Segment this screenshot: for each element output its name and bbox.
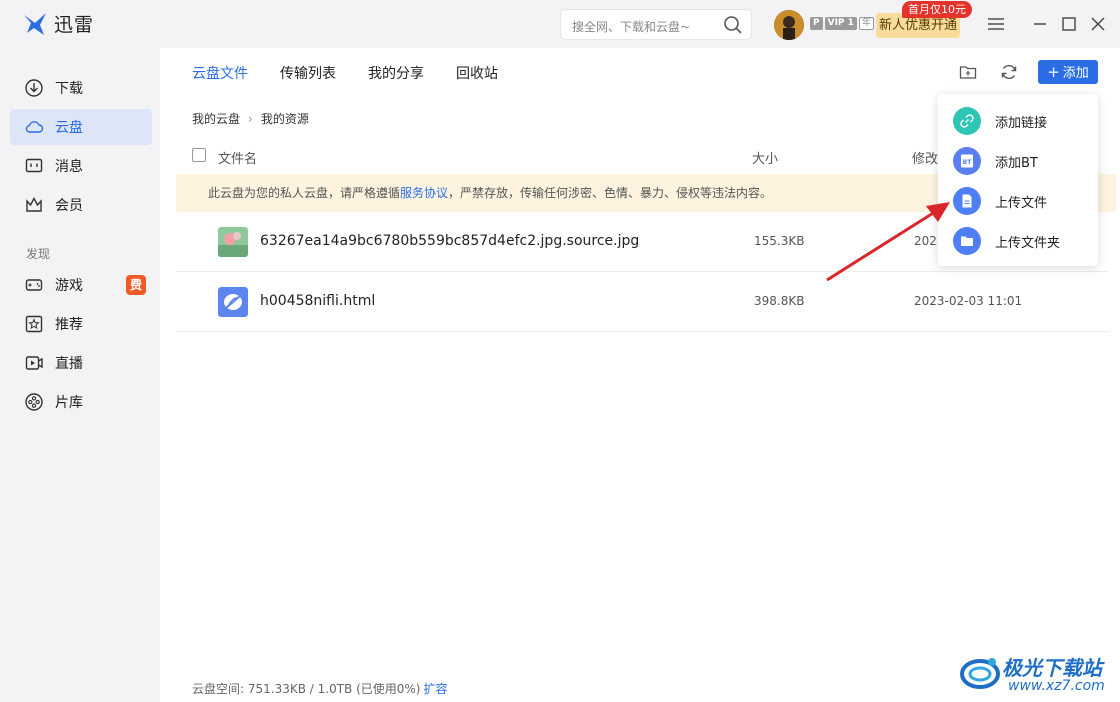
sidebar-item-recommend[interactable]: 推荐 [10, 306, 152, 342]
sidebar-item-label: 会员 [55, 198, 83, 214]
sidebar-item-download[interactable]: 下载 [10, 70, 152, 106]
menu-item-label: 添加链接 [995, 115, 1048, 131]
vip-year-badge: 年 [858, 17, 874, 30]
sidebar-item-label: 云盘 [55, 120, 83, 136]
menu-item-label: 上传文件夹 [995, 235, 1061, 251]
search-icon[interactable] [723, 15, 743, 35]
download-icon [25, 79, 43, 97]
menu-item-add-bt[interactable]: BT 添加BT [938, 141, 1098, 181]
column-header-size[interactable]: 大小 [752, 148, 778, 167]
storage-footer: 云盘空间: 751.33KB / 1.0TB (已使用0%) 扩容 [192, 680, 448, 697]
sidebar-item-message[interactable]: 消息 [10, 148, 152, 184]
avatar[interactable] [774, 10, 804, 40]
menu-item-upload-file[interactable]: 上传文件 [938, 181, 1098, 221]
sidebar-item-games[interactable]: 游戏 费 [10, 267, 152, 303]
tab-cloud-files[interactable]: 云盘文件 [192, 63, 248, 83]
plus-icon: + [1047, 63, 1060, 81]
sidebar-item-label: 游戏 [55, 278, 83, 294]
message-icon [25, 158, 43, 173]
bt-icon: BT [953, 147, 981, 175]
refresh-icon[interactable] [999, 62, 1019, 82]
chevron-right-icon: › [248, 111, 253, 126]
watermark: 极光下载站 www.xz7.com [958, 648, 1118, 700]
watermark-logo-icon [960, 658, 1000, 689]
breadcrumb-root[interactable]: 我的云盘 [192, 110, 240, 127]
expand-storage-link[interactable]: 扩容 [423, 682, 447, 696]
search-input[interactable]: 搜全网、下载和云盘~ [572, 18, 690, 35]
menu-icon[interactable] [986, 14, 1006, 34]
vip-level-badge: VIP 1 [824, 17, 857, 30]
sidebar-item-label: 消息 [55, 159, 83, 175]
close-icon[interactable] [1088, 14, 1108, 34]
menu-item-add-link[interactable]: 添加链接 [938, 101, 1098, 141]
column-header-modified[interactable]: 修改 [912, 148, 938, 167]
breadcrumb-current: 我的资源 [260, 112, 309, 126]
storage-space-text: 云盘空间: 751.33KB / 1.0TB (已使用0%) [192, 682, 421, 696]
title-bar: 迅雷 搜全网、下载和云盘~ P VIP 1 年 新人优惠开通 首月仅10元 [0, 0, 1120, 48]
crown-icon [26, 197, 42, 212]
discover-section-label: 发现 [26, 247, 51, 261]
select-all-checkbox[interactable] [192, 148, 206, 162]
file-name[interactable]: h00458nifli.html [260, 293, 375, 309]
tab-transfer-list[interactable]: 传输列表 [280, 63, 336, 83]
svg-text:BT: BT [963, 159, 973, 166]
sidebar-item-label: 推荐 [55, 317, 83, 333]
sidebar-item-label: 直播 [55, 356, 83, 372]
annotation-arrow-icon [826, 202, 950, 282]
live-icon [25, 356, 43, 370]
gamepad-icon [25, 279, 43, 291]
menu-item-upload-folder[interactable]: 上传文件夹 [938, 221, 1098, 261]
film-reel-icon [25, 393, 43, 411]
file-size: 398.8KB [754, 294, 805, 308]
add-dropdown-menu: 添加链接 BT 添加BT 上传文件 上传文件夹 [938, 94, 1098, 266]
add-button-label: 添加 [1062, 66, 1089, 81]
promo-tag: 首月仅10元 [902, 1, 972, 18]
file-date: 2023-02-03 11:01 [914, 294, 1023, 308]
notice-text-suffix: ，严禁存放，传输任何涉密、色情、暴力、侵权等违法内容。 [448, 186, 773, 200]
cloud-icon [25, 121, 44, 133]
menu-item-label: 添加BT [995, 155, 1038, 171]
vip-badges: P VIP 1 年 [810, 17, 874, 30]
app-title: 迅雷 [54, 14, 95, 36]
app-logo: 迅雷 [22, 10, 94, 37]
sidebar-item-library[interactable]: 片库 [10, 384, 152, 420]
new-folder-icon[interactable] [958, 62, 978, 82]
vip-p-badge: P [810, 17, 823, 30]
table-row[interactable]: h00458nifli.html 398.8KB 2023-02-03 11:0… [176, 272, 1108, 332]
search-box[interactable]: 搜全网、下载和云盘~ [560, 9, 752, 40]
sidebar-item-cloud[interactable]: 云盘 [10, 109, 152, 145]
sidebar-item-member[interactable]: 会员 [10, 187, 152, 223]
sidebar-item-live[interactable]: 直播 [10, 345, 152, 381]
watermark-text: 极光下载站 [1002, 656, 1102, 680]
breadcrumb: 我的云盘 › 我的资源 [192, 110, 309, 127]
link-icon [953, 107, 981, 135]
sidebar-item-label: 片库 [55, 395, 83, 411]
watermark-url: www.xz7.com [1008, 678, 1105, 694]
file-name[interactable]: 63267ea14a9bc6780b559bc857d4efc2.jpg.sou… [260, 233, 639, 249]
service-agreement-link[interactable]: 服务协议 [400, 186, 448, 200]
html-file-icon [218, 287, 248, 317]
tab-recycle-bin[interactable]: 回收站 [456, 63, 498, 83]
main-tabs: 云盘文件 传输列表 我的分享 回收站 [192, 63, 530, 83]
notice-text-prefix: 此云盘为您的私人云盘，请严格遵循 [208, 186, 401, 200]
column-header-name[interactable]: 文件名 [218, 148, 257, 167]
fee-badge: 费 [126, 275, 146, 295]
thunder-bird-icon [24, 12, 46, 35]
tab-my-share[interactable]: 我的分享 [368, 63, 424, 83]
star-icon [25, 315, 43, 333]
maximize-icon[interactable] [1059, 14, 1079, 34]
file-size: 155.3KB [754, 234, 805, 248]
menu-item-label: 上传文件 [995, 195, 1048, 211]
minimize-icon[interactable] [1030, 14, 1050, 34]
sidebar: 下载 云盘 消息 会员 发现 游戏 费 推荐 直播 片库 [0, 48, 160, 702]
add-button[interactable]: + 添加 [1038, 60, 1098, 84]
sidebar-item-label: 下载 [55, 81, 83, 97]
image-thumbnail [218, 227, 248, 257]
